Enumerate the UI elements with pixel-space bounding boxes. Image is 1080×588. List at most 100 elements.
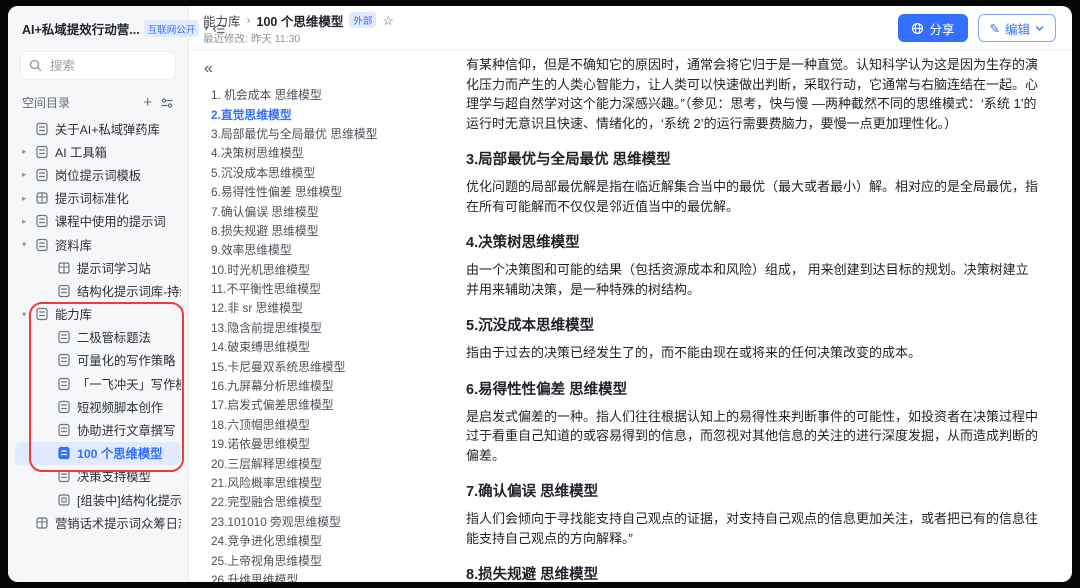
sidebar-tree-item[interactable]: 岗位提示词模板: [15, 163, 181, 186]
document-icon: [57, 353, 71, 367]
chevron-down-icon: [1035, 24, 1044, 33]
search-input[interactable]: [48, 58, 162, 74]
workspace-title[interactable]: AI+私域提效行动营...: [22, 19, 140, 38]
collapse-toc-icon[interactable]: «: [204, 61, 220, 77]
sidebar-tree-item[interactable]: 营销话术提示词众筹日志: [15, 511, 181, 534]
display-settings-icon[interactable]: [160, 96, 174, 110]
section-heading: 8.损失规避 思维模型: [466, 563, 1038, 582]
sidebar-tree-item[interactable]: 二极管标题法: [15, 326, 181, 349]
main-area: 能力库 › 100 个思维模型 外部 ☆ 最近修改: 昨天 11:30 分享 ✎: [189, 6, 1072, 582]
expand-arrow-icon[interactable]: [22, 169, 35, 180]
toc-item-label: 19.诺依曼思维模型: [211, 435, 310, 452]
toc-item[interactable]: 12.非 sr 思维模型: [202, 298, 460, 317]
tree-item-label: 可量化的写作策略: [77, 351, 175, 369]
sidebar-tree-item[interactable]: 课程中使用的提示词: [15, 210, 181, 233]
toc-item[interactable]: 22.完型融合思维模型: [202, 492, 460, 511]
toc-item[interactable]: 14.破束缚思维模型: [202, 337, 460, 356]
toc-item-label: 11.不平衡性思维模型: [211, 280, 321, 297]
tree-item-label: 短视频脚本创作: [77, 398, 163, 416]
tree-item-label: 提示词标准化: [55, 189, 129, 207]
toc-item-label: 2.直觉思维模型: [211, 106, 292, 123]
sidebar-tree-item[interactable]: 结构化提示词库-持续更新: [15, 279, 181, 302]
toc-item[interactable]: 10.时光机思维模型: [202, 260, 460, 279]
toc-item[interactable]: 8.损失规避 思维模型: [202, 221, 460, 240]
toc-item[interactable]: 18.六顶帽思维模型: [202, 415, 460, 434]
toc-item[interactable]: 24.竞争进化思维模型: [202, 531, 460, 550]
document-icon: [35, 238, 49, 252]
expand-arrow-icon[interactable]: [22, 193, 35, 204]
document-icon: [57, 261, 71, 275]
doc-section: 7.确认偏误 思维模型 指人们会倾向于寻找能支持自己观点的证据，对支持自己观点的…: [466, 480, 1038, 548]
space-directory-label: 空间目录: [22, 94, 70, 111]
toc-item[interactable]: 5.沉没成本思维模型: [202, 163, 460, 182]
sidebar-tree-item[interactable]: AI 工具箱: [15, 140, 181, 163]
toc-item[interactable]: 16.九屏幕分析思维模型: [202, 376, 460, 395]
expand-arrow-icon[interactable]: [22, 146, 35, 157]
sidebar-tree-item[interactable]: 「一飞冲天」写作模型: [15, 372, 181, 395]
sidebar-tree-item[interactable]: 可量化的写作策略: [15, 349, 181, 372]
sidebar-tree-item[interactable]: 协助进行文章撰写: [15, 418, 181, 441]
document-icon: [57, 493, 71, 507]
star-icon[interactable]: ☆: [382, 14, 394, 27]
globe-icon: [911, 22, 924, 35]
expand-arrow-icon[interactable]: [22, 239, 35, 250]
sidebar-tree-item[interactable]: 能力库: [15, 303, 181, 326]
share-button[interactable]: 分享: [898, 14, 967, 42]
expand-arrow-icon[interactable]: [22, 309, 35, 320]
toc-item[interactable]: 11.不平衡性思维模型: [202, 279, 460, 298]
document-icon: [57, 330, 71, 344]
tree-item-label: 100 个思维模型: [77, 444, 162, 462]
doc-section: 6.易得性性偏差 思维模型 是启发式偏差的一种。指人们往往根据认知上的易得性来判…: [466, 378, 1038, 466]
document-icon: [57, 377, 71, 391]
edit-button[interactable]: ✎ 编辑: [978, 14, 1057, 42]
toc-item-label: 18.六顶帽思维模型: [211, 416, 310, 433]
sidebar-tree-item[interactable]: [组装中]结构化提示词组装器: [15, 488, 181, 511]
document-body: « 1. 机会成本 思维模型 2.直觉思维模型 3.局部最优与全局最优 思维模型…: [189, 51, 1072, 582]
toc-item[interactable]: 6.易得性性偏差 思维模型: [202, 182, 460, 201]
toc-item[interactable]: 23.101010 旁观思维模型: [202, 512, 460, 531]
toc-item[interactable]: 26.升维思维模型: [202, 570, 460, 582]
sidebar-tree-item[interactable]: 提示词学习站: [15, 256, 181, 279]
toc-item-label: 23.101010 旁观思维模型: [211, 513, 341, 530]
toc-item-label: 16.九屏幕分析思维模型: [211, 377, 334, 394]
toc-item[interactable]: 17.启发式偏差思维模型: [202, 395, 460, 414]
sidebar-tree: 关于AI+私域弹药库 AI 工具箱 岗位提示词模板: [8, 115, 188, 534]
section-heading: 5.沉没成本思维模型: [466, 314, 1038, 335]
toc-item[interactable]: 19.诺依曼思维模型: [202, 434, 460, 453]
breadcrumb: 能力库 › 100 个思维模型 外部 ☆: [203, 11, 394, 30]
chevron-down-icon[interactable]: ▾: [204, 24, 208, 33]
toc-item[interactable]: 4.决策树思维模型: [202, 143, 460, 162]
expand-arrow-icon[interactable]: [22, 216, 35, 227]
toc-item[interactable]: 9.效率思维模型: [202, 240, 460, 259]
document-header: 能力库 › 100 个思维模型 外部 ☆ 最近修改: 昨天 11:30 分享 ✎: [189, 6, 1072, 51]
sidebar-tree-item[interactable]: 关于AI+私域弹药库: [15, 117, 181, 140]
toc-item[interactable]: 13.隐含前提思维模型: [202, 318, 460, 337]
document-icon: [35, 307, 49, 321]
last-modified-text: 最近修改: 昨天 11:30: [203, 31, 394, 46]
toc-item[interactable]: 1. 机会成本 思维模型: [202, 85, 460, 104]
sidebar-tree-item[interactable]: 决策支持模型: [15, 465, 181, 488]
search-box[interactable]: [20, 51, 176, 80]
tree-item-label: 岗位提示词模板: [55, 166, 141, 184]
edit-button-label: 编辑: [1005, 19, 1030, 38]
toc-item[interactable]: 21.风险概率思维模型: [202, 473, 460, 492]
toc-item[interactable]: 25.上帝视角思维模型: [202, 550, 460, 569]
sidebar-tree-item[interactable]: 资料库: [15, 233, 181, 256]
tree-item-label: 提示词学习站: [77, 259, 151, 277]
toc-item[interactable]: 7.确认偏误 思维模型: [202, 201, 460, 220]
section-body: 指人们会倾向于寻找能支持自己观点的证据，对支持自己观点的信息更加关注，或者把已有…: [466, 509, 1038, 548]
toc-item[interactable]: 20.三层解释思维模型: [202, 453, 460, 472]
sidebar-tree-item[interactable]: 100 个思维模型: [15, 442, 181, 465]
add-page-icon[interactable]: +: [143, 97, 152, 109]
toc-item-label: 8.损失规避 思维模型: [211, 222, 319, 239]
toc-item[interactable]: 15.卡尼曼双系统思维模型: [202, 356, 460, 375]
section-body: 指由于过去的决策已经发生了的，而不能由现在或将来的任何决策改变的成本。: [466, 343, 1038, 363]
document-content[interactable]: 有某种信仰，但是不确知它的原因时，通常会将它归于是一种直觉。认知科学认为这是因为…: [460, 51, 1072, 582]
toc-item[interactable]: 3.局部最优与全局最优 思维模型: [202, 124, 460, 143]
collapse-sidebar-icon[interactable]: [212, 22, 226, 36]
sidebar-tree-item[interactable]: 短视频脚本创作: [15, 395, 181, 418]
sidebar-tree-item[interactable]: 提示词标准化: [15, 187, 181, 210]
table-of-contents: « 1. 机会成本 思维模型 2.直觉思维模型 3.局部最优与全局最优 思维模型…: [189, 51, 460, 582]
toc-item[interactable]: 2.直觉思维模型: [202, 104, 460, 123]
section-heading: 4.决策树思维模型: [466, 231, 1038, 252]
